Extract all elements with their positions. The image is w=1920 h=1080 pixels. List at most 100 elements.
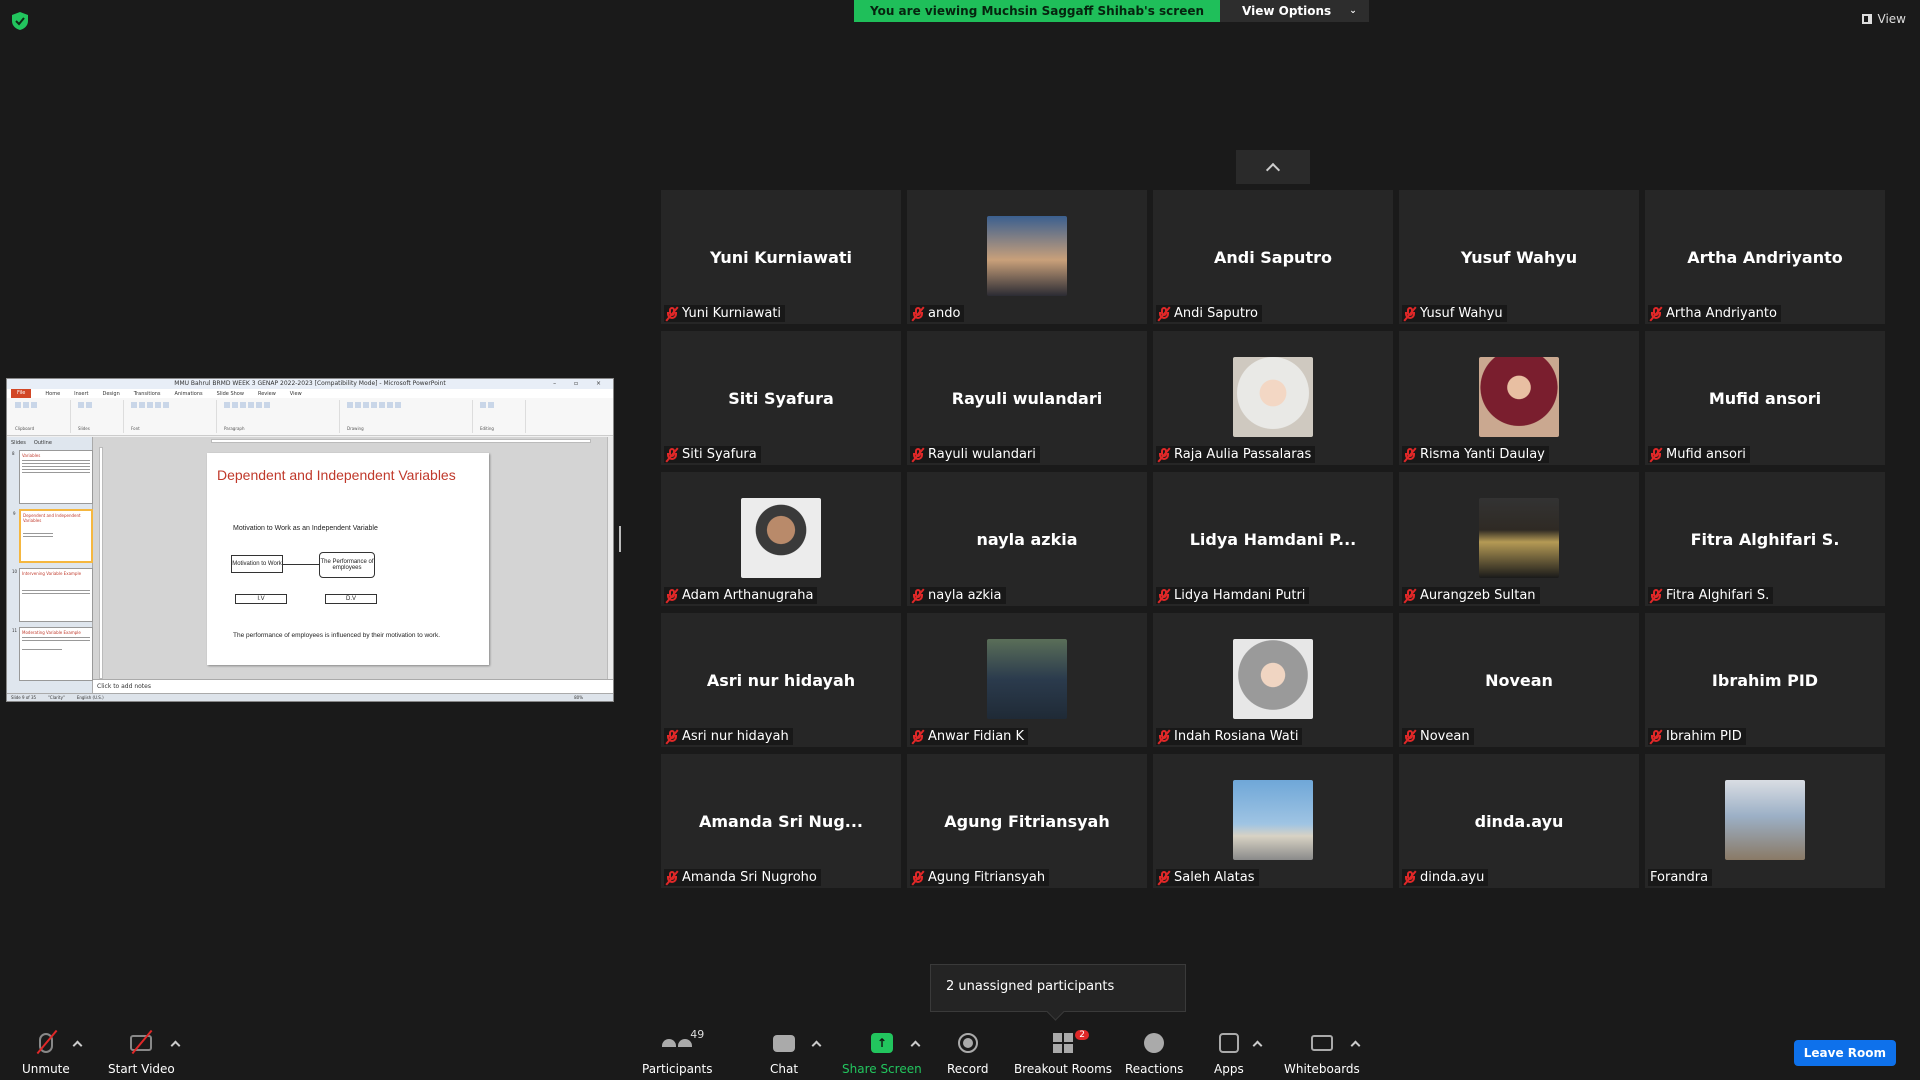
- participant-tile[interactable]: Novean Novean: [1399, 613, 1639, 747]
- current-slide: Dependent and Independent Variables Moti…: [207, 453, 489, 665]
- participant-display-name: Fitra Alghifari S.: [1690, 530, 1840, 549]
- chat-button[interactable]: Chat: [770, 1030, 798, 1076]
- participant-tile[interactable]: dinda.ayu dinda.ayu: [1399, 754, 1639, 888]
- participant-name-label: Agung Fitriansyah: [910, 869, 1050, 886]
- participant-name: Mufid ansori: [1666, 447, 1746, 462]
- view-button[interactable]: View: [1861, 12, 1906, 26]
- security-shield-icon[interactable]: [12, 12, 28, 30]
- unassigned-participants-tooltip[interactable]: 2 unassigned participants: [930, 964, 1186, 1012]
- participant-name-label: Siti Syafura: [664, 446, 761, 463]
- microphone-muted-icon: [1649, 728, 1663, 745]
- ribbon-group-paragraph: Paragraph: [220, 400, 340, 433]
- participant-photo: [1233, 780, 1313, 860]
- apps-button[interactable]: Apps: [1214, 1030, 1244, 1076]
- viewing-banner-text: You are viewing Muchsin Saggaff Shihab's…: [854, 0, 1221, 22]
- shared-screen[interactable]: MMU Bahrul BRMD WEEK 3 GENAP 2022-2023 […: [6, 378, 614, 702]
- participant-tile[interactable]: Aurangzeb Sultan: [1399, 472, 1639, 606]
- diagram-box-motivation: Motivation to Work: [231, 555, 283, 573]
- split-view-divider[interactable]: [619, 526, 621, 552]
- participant-tile[interactable]: Yuni Kurniawati Yuni Kurniawati: [661, 190, 901, 324]
- participant-tile[interactable]: Artha Andriyanto Artha Andriyanto: [1645, 190, 1885, 324]
- chat-options-caret[interactable]: [811, 1040, 822, 1051]
- slide-thumbnail: 10 Intervening Variable Example: [12, 568, 93, 622]
- unmute-label: Unmute: [22, 1062, 70, 1076]
- participant-tile[interactable]: Raja Aulia Passalaras: [1153, 331, 1393, 465]
- participant-name: Rayuli wulandari: [928, 447, 1036, 462]
- participant-name: dinda.ayu: [1420, 870, 1485, 885]
- participant-name: ando: [928, 306, 961, 321]
- participant-name-label: Asri nur hidayah: [664, 728, 793, 745]
- participant-tile[interactable]: Forandra: [1645, 754, 1885, 888]
- leave-room-button[interactable]: Leave Room: [1793, 1040, 1896, 1066]
- participant-name: Adam Arthanugraha: [682, 588, 814, 603]
- slide-editor: Dependent and Independent Variables Moti…: [93, 437, 613, 693]
- share-screen-icon: ↑: [870, 1033, 893, 1053]
- participant-display-name: Novean: [1485, 671, 1553, 690]
- record-button[interactable]: Record: [947, 1030, 988, 1076]
- participants-button[interactable]: 49 Participants: [642, 1028, 713, 1076]
- participant-tile[interactable]: nayla azkia nayla azkia: [907, 472, 1147, 606]
- participant-name-label: Adam Arthanugraha: [664, 587, 818, 604]
- participant-name: Novean: [1420, 729, 1470, 744]
- breakout-rooms-label: Breakout Rooms: [1014, 1062, 1113, 1076]
- participant-display-name: dinda.ayu: [1474, 812, 1564, 831]
- participant-name: Indah Rosiana Wati: [1174, 729, 1299, 744]
- participant-tile[interactable]: Amanda Sri Nug... Amanda Sri Nugroho: [661, 754, 901, 888]
- chevron-up-icon: [1265, 162, 1281, 178]
- meeting-window: You are viewing Muchsin Saggaff Shihab's…: [0, 0, 1920, 1080]
- participant-name-label: nayla azkia: [910, 587, 1006, 604]
- apps-options-caret[interactable]: [1252, 1040, 1263, 1051]
- participant-name: Raja Aulia Passalaras: [1174, 447, 1312, 462]
- audio-options-caret[interactable]: [72, 1040, 83, 1051]
- participant-tile[interactable]: Rayuli wulandari Rayuli wulandari: [907, 331, 1147, 465]
- participant-tile[interactable]: Risma Yanti Daulay: [1399, 331, 1639, 465]
- participant-display-name: Mufid ansori: [1708, 389, 1822, 408]
- whiteboards-button[interactable]: Whiteboards: [1284, 1030, 1360, 1076]
- participant-display-name: nayla azkia: [976, 530, 1078, 549]
- participant-tile[interactable]: Saleh Alatas: [1153, 754, 1393, 888]
- participant-tile[interactable]: Lidya Hamdani P... Lidya Hamdani Putri: [1153, 472, 1393, 606]
- participant-name: Forandra: [1650, 870, 1709, 885]
- participant-tile[interactable]: ando: [907, 190, 1147, 324]
- participants-label: Participants: [642, 1062, 713, 1076]
- participant-name: Andi Saputro: [1174, 306, 1258, 321]
- microphone-muted-icon: [1403, 869, 1417, 886]
- participant-photo: [1233, 639, 1313, 719]
- participant-tile[interactable]: Ibrahim PID Ibrahim PID: [1645, 613, 1885, 747]
- participant-name-label: Indah Rosiana Wati: [1156, 728, 1303, 745]
- gallery-view-icon: [1861, 14, 1872, 24]
- participant-name-label: Yusuf Wahyu: [1402, 305, 1507, 322]
- microphone-muted-icon: [665, 446, 679, 463]
- microphone-muted-icon: [911, 869, 925, 886]
- start-video-button[interactable]: Start Video: [108, 1029, 175, 1076]
- ribbon-tab-design: Design: [102, 390, 120, 397]
- participant-photo: [987, 216, 1067, 296]
- participant-name: Aurangzeb Sultan: [1420, 588, 1536, 603]
- gallery-page-up-button[interactable]: [1236, 150, 1310, 184]
- unmute-button[interactable]: Unmute: [22, 1029, 70, 1076]
- participant-name-label: ando: [910, 305, 965, 322]
- microphone-muted-icon: [665, 728, 679, 745]
- microphone-muted-icon: [911, 446, 925, 463]
- tab-outline: Outline: [33, 440, 52, 446]
- participant-tile[interactable]: Mufid ansori Mufid ansori: [1645, 331, 1885, 465]
- participant-tile[interactable]: Yusuf Wahyu Yusuf Wahyu: [1399, 190, 1639, 324]
- breakout-rooms-button[interactable]: 2 Breakout Rooms: [1014, 1030, 1112, 1076]
- view-options-button[interactable]: View Options ⌄: [1220, 0, 1369, 22]
- participant-tile[interactable]: Anwar Fidian K: [907, 613, 1147, 747]
- participant-tile[interactable]: Indah Rosiana Wati: [1153, 613, 1393, 747]
- reactions-button[interactable]: Reactions: [1125, 1030, 1183, 1076]
- microphone-muted-icon: [1403, 446, 1417, 463]
- share-screen-button[interactable]: ↑ Share Screen: [842, 1030, 922, 1076]
- participant-name-label: Mufid ansori: [1648, 446, 1750, 463]
- participant-tile[interactable]: Agung Fitriansyah Agung Fitriansyah: [907, 754, 1147, 888]
- participant-name-label: dinda.ayu: [1402, 869, 1489, 886]
- participant-tile[interactable]: Adam Arthanugraha: [661, 472, 901, 606]
- participant-photo: [741, 498, 821, 578]
- microphone-muted-icon: [1403, 305, 1417, 322]
- participant-tile[interactable]: Siti Syafura Siti Syafura: [661, 331, 901, 465]
- participant-tile[interactable]: Fitra Alghifari S. Fitra Alghifari S.: [1645, 472, 1885, 606]
- participant-tile[interactable]: Asri nur hidayah Asri nur hidayah: [661, 613, 901, 747]
- ribbon-tab-insert: Insert: [74, 390, 89, 397]
- participant-tile[interactable]: Andi Saputro Andi Saputro: [1153, 190, 1393, 324]
